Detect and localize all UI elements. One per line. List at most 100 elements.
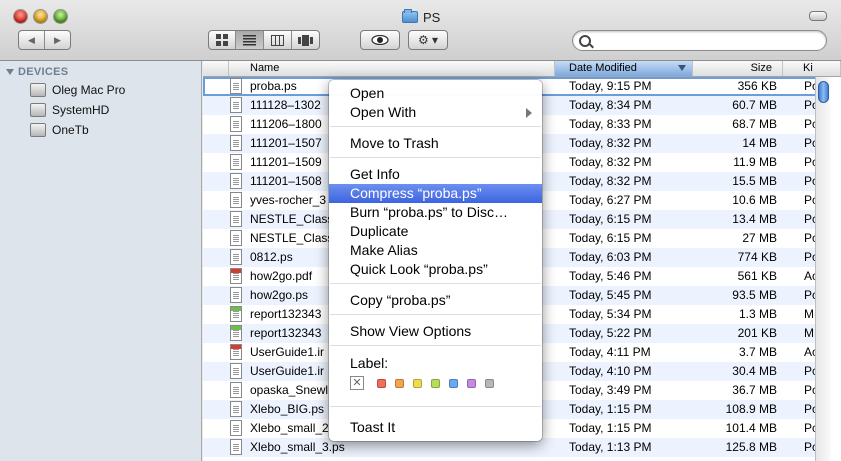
hard-disk-icon <box>30 103 46 117</box>
label-color-swatch[interactable] <box>395 379 404 388</box>
list-view-icon <box>243 34 257 45</box>
gear-icon: ⚙ ▾ <box>417 33 439 47</box>
file-name: opaska_Snewl <box>250 383 329 397</box>
back-button[interactable]: ◀ <box>19 31 45 49</box>
list-view-button[interactable] <box>236 31 265 49</box>
pdf-file-icon <box>230 268 242 284</box>
file-date: Today, 8:32 PM <box>569 155 652 169</box>
search-field[interactable] <box>572 30 827 51</box>
document-icon <box>230 173 242 189</box>
file-size: 10.6 MB <box>732 193 777 207</box>
file-size: 68.7 MB <box>732 117 777 131</box>
document-icon <box>230 230 242 246</box>
back-arrow-icon: ◀ <box>28 34 35 45</box>
menu-item-duplicate[interactable]: Duplicate <box>329 222 542 241</box>
file-size: 201 KB <box>737 326 777 340</box>
window-title-text: PS <box>423 9 441 25</box>
pdf-file-icon <box>230 344 242 360</box>
scrollbar-thumb[interactable] <box>818 81 829 103</box>
sidebar-item-onetb[interactable]: OneTb <box>30 121 89 139</box>
menu-item-move-to-trash[interactable]: Move to Trash <box>329 134 542 153</box>
column-header: Name Date Modified Size Ki <box>203 61 841 77</box>
icon-view-button[interactable] <box>209 31 237 49</box>
document-icon <box>230 116 242 132</box>
label-color-swatch[interactable] <box>467 379 476 388</box>
file-name: 111206–1800 <box>250 117 322 131</box>
label-color-swatch[interactable] <box>377 379 386 388</box>
menu-separator <box>330 157 541 158</box>
sidebar-heading-devices: DEVICES <box>18 66 69 78</box>
menu-label-heading: Label: <box>350 355 389 371</box>
menu-item-burn-to-disc[interactable]: Burn “proba.ps” to Disc… <box>329 203 542 222</box>
menu-item-get-info[interactable]: Get Info <box>329 165 542 184</box>
file-date: Today, 1:15 PM <box>569 402 652 416</box>
file-date: Today, 6:15 PM <box>569 212 652 226</box>
close-window-button[interactable] <box>14 10 27 23</box>
forward-button[interactable]: ▶ <box>45 31 70 49</box>
document-icon <box>230 439 242 455</box>
column-header-name[interactable]: Name <box>229 61 555 76</box>
zoom-window-button[interactable] <box>54 10 67 23</box>
document-icon <box>230 211 242 227</box>
file-size: 11.9 MB <box>733 155 777 169</box>
document-icon <box>230 97 242 113</box>
file-name: UserGuide1.ir <box>250 364 325 378</box>
computer-icon <box>30 83 46 97</box>
menu-item-toast-it[interactable]: Toast It <box>329 418 542 437</box>
file-date: Today, 5:45 PM <box>569 288 652 302</box>
file-size: 30.4 MB <box>732 364 777 378</box>
file-date: Today, 4:11 PM <box>569 345 651 359</box>
document-icon <box>230 306 242 322</box>
coverflow-view-button[interactable] <box>292 31 319 49</box>
document-icon <box>230 192 242 208</box>
file-size: 561 KB <box>737 269 777 283</box>
quick-look-button[interactable] <box>360 30 400 50</box>
submenu-arrow-icon <box>526 108 532 118</box>
vertical-scrollbar[interactable] <box>815 77 831 461</box>
toolbar-toggle-button[interactable] <box>809 11 827 21</box>
menu-item-show-view-options[interactable]: Show View Options <box>329 322 542 341</box>
column-view-button[interactable] <box>264 31 292 49</box>
file-date: Today, 8:34 PM <box>569 98 652 112</box>
file-date: Today, 3:49 PM <box>569 383 652 397</box>
file-name: NESTLE_Class <box>250 212 334 226</box>
file-name: 111201–1507 <box>250 136 322 150</box>
folder-icon <box>402 9 418 23</box>
file-name: Xlebo_BIG.ps <box>250 402 325 416</box>
column-header-size[interactable]: Size <box>693 61 783 76</box>
column-header-date-label: Date Modified <box>569 62 637 74</box>
menu-item-quick-look[interactable]: Quick Look “proba.ps” <box>329 260 542 279</box>
menu-item-open-with[interactable]: Open With <box>329 103 542 122</box>
sidebar-item-systemhd[interactable]: SystemHD <box>30 101 109 119</box>
document-icon <box>230 154 242 170</box>
minimize-window-button[interactable] <box>34 10 47 23</box>
back-forward-control: ◀ ▶ <box>18 30 71 50</box>
label-none-button[interactable]: ✕ <box>350 376 364 390</box>
document-icon <box>230 382 242 398</box>
menu-item-copy[interactable]: Copy “proba.ps” <box>329 291 542 310</box>
document-icon <box>230 135 242 151</box>
menu-item-compress[interactable]: Compress “proba.ps” <box>329 184 542 203</box>
file-size: 101.4 MB <box>725 421 777 435</box>
column-header-date-modified[interactable]: Date Modified <box>555 61 693 76</box>
file-name: how2go.pdf <box>250 269 313 283</box>
document-icon <box>230 325 242 341</box>
file-size: 15.5 MB <box>732 174 777 188</box>
menu-item-make-alias[interactable]: Make Alias <box>329 241 542 260</box>
file-size: 108.9 MB <box>725 402 777 416</box>
action-menu-button[interactable]: ⚙ ▾ <box>408 30 448 50</box>
context-menu: Open Open With Move to Trash Get Info Co… <box>329 80 542 441</box>
column-header-kind[interactable]: Ki <box>783 61 841 76</box>
file-name: report132343 <box>250 307 322 321</box>
label-color-swatch[interactable] <box>431 379 440 388</box>
document-icon <box>230 249 242 265</box>
label-color-swatch[interactable] <box>413 379 422 388</box>
file-kind: M <box>804 326 814 340</box>
menu-item-open[interactable]: Open <box>329 84 542 103</box>
label-color-swatch[interactable] <box>449 379 458 388</box>
sidebar-item-mac-pro[interactable]: Oleg Mac Pro <box>30 81 125 99</box>
label-color-swatch[interactable] <box>485 379 494 388</box>
file-date: Today, 1:13 PM <box>569 440 652 454</box>
file-name: 111128–1302 <box>250 98 321 112</box>
disclosure-triangle-icon[interactable] <box>6 69 14 75</box>
